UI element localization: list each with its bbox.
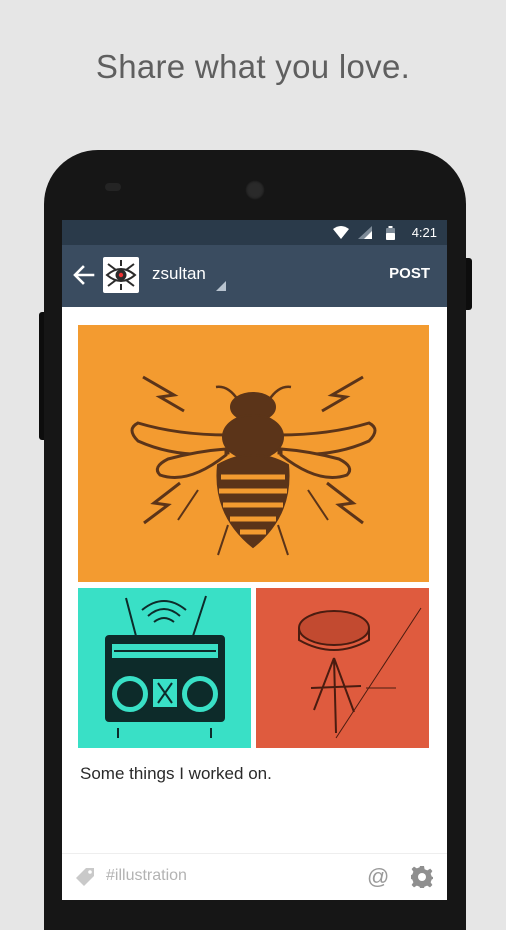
app-bar: zsultan POST	[62, 245, 447, 307]
eye-logo-icon	[105, 260, 137, 290]
battery-icon	[386, 226, 395, 240]
tag-icon	[76, 868, 94, 886]
phone-camera	[245, 180, 265, 200]
wifi-icon	[333, 226, 349, 239]
stool-illustration[interactable]	[256, 588, 429, 748]
post-caption[interactable]: Some things I worked on.	[80, 764, 272, 784]
phone-sensor	[105, 183, 121, 191]
post-button[interactable]: POST	[389, 265, 430, 282]
boombox-illustration[interactable]	[78, 588, 251, 748]
account-switch-caret-icon[interactable]	[216, 281, 226, 291]
mention-button[interactable]: @	[367, 864, 389, 890]
promo-tagline: Share what you love.	[95, 48, 411, 85]
avatar[interactable]	[103, 257, 139, 293]
gear-icon[interactable]	[410, 865, 434, 889]
tags-input[interactable]: #illustration	[106, 867, 187, 885]
bee-illustration[interactable]	[78, 325, 429, 582]
arrow-left-icon[interactable]	[71, 262, 97, 288]
status-time: 4:21	[411, 225, 437, 240]
status-bar: 4:21	[62, 220, 447, 245]
signal-icon	[358, 226, 372, 239]
post-options-bar: #illustration @	[62, 853, 447, 900]
phone-power-button	[466, 258, 472, 310]
username[interactable]: zsultan	[152, 264, 206, 284]
phone-screen: 4:21 zsultan POST Some things I worked o…	[62, 220, 447, 900]
